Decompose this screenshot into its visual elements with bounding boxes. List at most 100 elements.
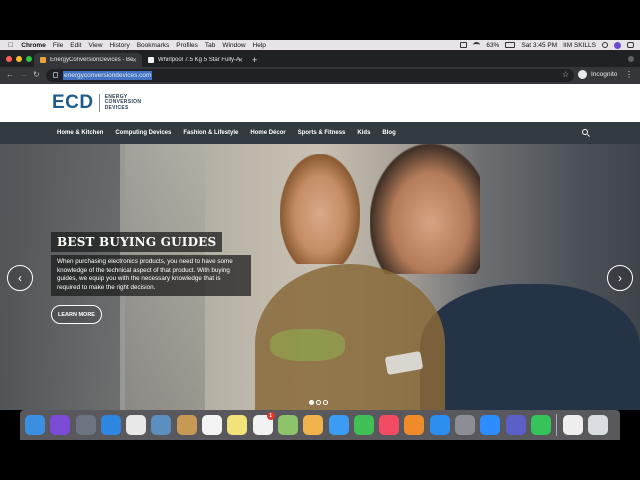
macos-menubar:  Chrome File Edit View History Bookmark…: [0, 40, 640, 50]
menu-view[interactable]: View: [89, 42, 103, 49]
hero-caption: BEST BUYING GUIDES When purchasing elect…: [51, 232, 251, 297]
apple-menu-icon[interactable]: : [8, 42, 13, 49]
siri-icon[interactable]: [50, 415, 71, 435]
preview-icon[interactable]: [151, 415, 172, 435]
menu-tab[interactable]: Tab: [205, 42, 215, 49]
tab-close-icon[interactable]: ✕: [132, 57, 137, 64]
menu-file[interactable]: File: [53, 42, 63, 49]
menu-app-name[interactable]: Chrome: [21, 42, 46, 49]
spotlight-icon[interactable]: [602, 42, 608, 48]
whatsapp-icon[interactable]: [530, 415, 551, 435]
bookmark-star-icon[interactable]: ☆: [562, 70, 569, 79]
hero-slider: BEST BUYING GUIDES When purchasing elect…: [0, 144, 640, 410]
teams-icon[interactable]: [505, 415, 526, 435]
music-icon[interactable]: [379, 415, 400, 435]
address-bar[interactable]: energyconversiondevices.com ☆: [46, 69, 574, 82]
tab-title: EnergyConversionDevices - Be: [50, 57, 134, 63]
nav-item-home-kitchen[interactable]: Home & Kitchen: [57, 130, 103, 136]
nav-item-blog[interactable]: Blog: [382, 130, 395, 136]
slider-prev-icon[interactable]: ‹: [7, 265, 33, 291]
dock-separator: [556, 414, 558, 436]
nav-item-kids[interactable]: Kids: [357, 130, 370, 136]
hero-photo-man: [420, 284, 640, 410]
browser-tab-active[interactable]: EnergyConversionDevices - Be ✕: [34, 53, 142, 67]
menu-edit[interactable]: Edit: [70, 42, 81, 49]
chrome-menu-icon[interactable]: ⋮: [625, 70, 633, 79]
wifi-icon[interactable]: [473, 42, 481, 48]
site-search-icon[interactable]: [582, 129, 588, 135]
cast-icon[interactable]: [460, 42, 468, 48]
document-icon[interactable]: [562, 415, 583, 435]
slider-next-icon[interactable]: ›: [607, 265, 633, 291]
notification-badge: 1: [266, 412, 275, 420]
notes-stack-icon[interactable]: [176, 415, 197, 435]
control-center-icon[interactable]: [627, 42, 634, 48]
facetime-icon[interactable]: [353, 415, 374, 435]
nav-item-home-decor[interactable]: Home Décor: [250, 130, 285, 136]
site-header: ECD ENERGY CONVERSION DEVICES: [0, 84, 640, 122]
menubar-user[interactable]: IIM SKILLS: [563, 42, 596, 49]
app-store-icon[interactable]: [429, 415, 450, 435]
maps-icon[interactable]: [277, 415, 298, 435]
siri-menubar-icon[interactable]: [614, 41, 621, 49]
slider-dots: [309, 400, 328, 405]
incognito-indicator[interactable]: Incognito: [578, 70, 617, 79]
site-logo[interactable]: ECD ENERGY CONVERSION DEVICES: [52, 92, 141, 114]
site-favicon-icon: [148, 57, 154, 63]
zoom-window-icon[interactable]: [26, 56, 32, 62]
calendar-icon[interactable]: [202, 415, 223, 435]
battery-percent[interactable]: 63%: [486, 42, 499, 49]
photos-icon[interactable]: [303, 415, 324, 435]
reminders-icon[interactable]: 1: [252, 412, 275, 435]
zoom-icon[interactable]: [480, 415, 501, 435]
url-text[interactable]: energyconversiondevices.com: [63, 71, 153, 80]
logo-word: DEVICES: [104, 104, 129, 111]
hero-photo-man-head: [370, 144, 480, 274]
trash-icon[interactable]: [587, 415, 608, 435]
hero-text: When purchasing electronics products, yo…: [51, 255, 251, 297]
slider-dot-active[interactable]: [309, 400, 314, 405]
lock-icon[interactable]: [53, 72, 58, 78]
incognito-icon: [578, 70, 587, 79]
slider-dot[interactable]: [316, 400, 321, 405]
tab-search-icon[interactable]: [628, 56, 634, 62]
finder-icon[interactable]: [25, 415, 45, 435]
macos-dock: 1: [20, 410, 620, 440]
battery-icon[interactable]: [505, 42, 516, 48]
tab-close-icon[interactable]: ✕: [238, 57, 243, 64]
books-icon[interactable]: [404, 415, 425, 435]
reload-icon[interactable]: ↻: [33, 70, 40, 79]
site-favicon-icon: [40, 57, 46, 63]
menu-history[interactable]: History: [109, 42, 129, 49]
browser-tab[interactable]: Whirlpool 7.5 Kg 5 Star Fully-A ✕: [142, 53, 248, 67]
system-preferences-icon[interactable]: [455, 415, 476, 435]
nav-item-sports-fitness[interactable]: Sports & Fitness: [298, 130, 346, 136]
back-icon[interactable]: ←: [6, 70, 14, 79]
browser-tab-strip: EnergyConversionDevices - Be ✕ Whirlpool…: [0, 50, 640, 67]
new-tab-icon[interactable]: +: [252, 55, 257, 65]
stickies-icon[interactable]: [227, 415, 248, 435]
slider-dot[interactable]: [323, 400, 328, 405]
nav-item-computing-devices[interactable]: Computing Devices: [115, 130, 171, 136]
safari-icon[interactable]: [100, 415, 121, 435]
screen:  Chrome File Edit View History Bookmark…: [0, 0, 640, 480]
launchpad-icon[interactable]: [75, 415, 96, 435]
menu-window[interactable]: Window: [222, 42, 245, 49]
menu-help[interactable]: Help: [253, 42, 266, 49]
messages-icon[interactable]: [328, 415, 349, 435]
nav-item-fashion-lifestyle[interactable]: Fashion & Lifestyle: [183, 130, 238, 136]
browser-toolbar: ← → ↻ energyconversiondevices.com ☆ Inco…: [0, 67, 640, 84]
chrome-icon[interactable]: [126, 415, 147, 435]
logo-divider: [98, 94, 100, 112]
incognito-label: Incognito: [591, 71, 618, 78]
menu-profiles[interactable]: Profiles: [176, 42, 198, 49]
site-nav: Home & Kitchen Computing Devices Fashion…: [0, 122, 640, 144]
tab-title: Whirlpool 7.5 Kg 5 Star Fully-A: [158, 57, 241, 63]
menubar-clock[interactable]: Sat 3:45 PM: [521, 42, 557, 49]
minimize-window-icon[interactable]: [16, 56, 22, 62]
learn-more-button[interactable]: LEARN MORE: [51, 305, 102, 324]
forward-icon[interactable]: →: [20, 70, 28, 79]
logo-mark: ECD: [52, 92, 94, 113]
menu-bookmarks[interactable]: Bookmarks: [137, 42, 170, 49]
close-window-icon[interactable]: [6, 56, 12, 62]
